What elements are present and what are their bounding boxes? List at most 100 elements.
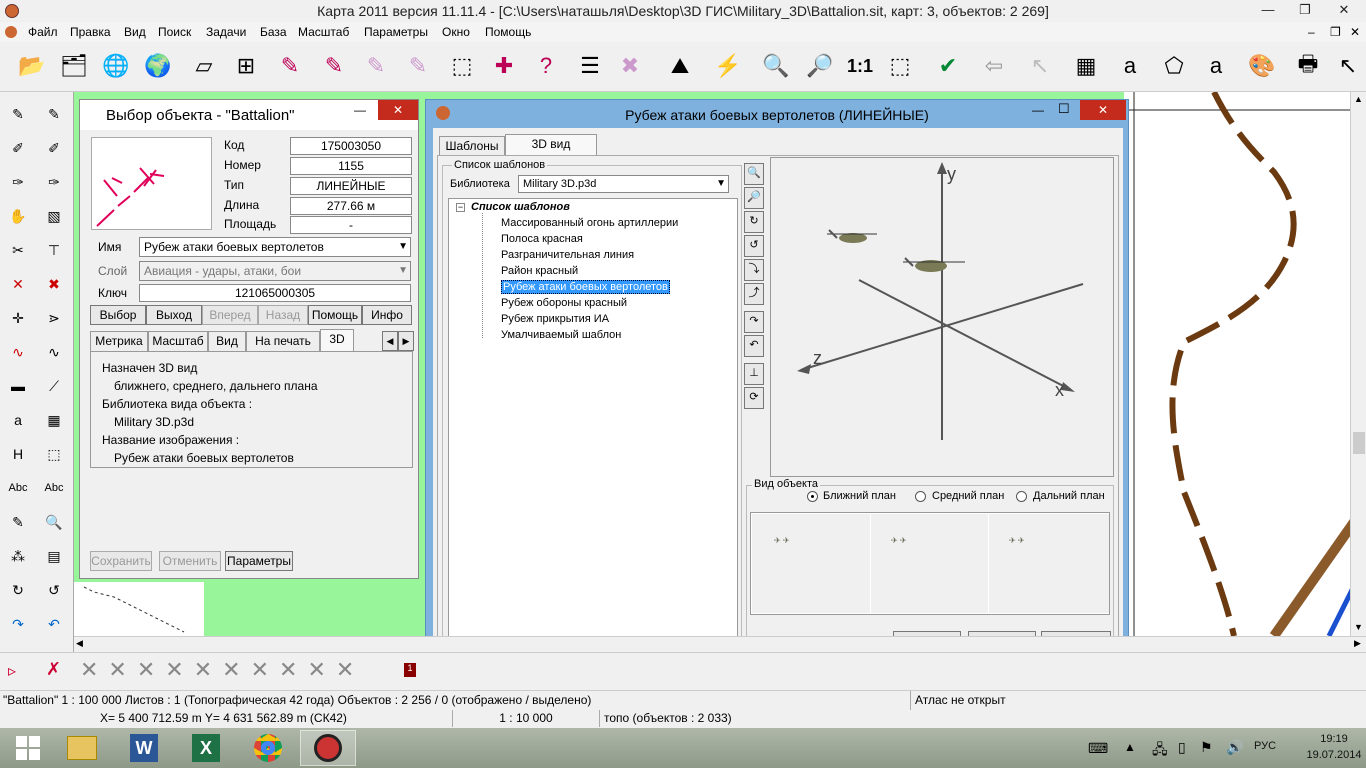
- dialog-maximize-icon[interactable]: ☐: [1058, 101, 1070, 117]
- select-pen-icon[interactable]: ✎: [4, 508, 32, 536]
- preview-far[interactable]: ✈ ✈: [989, 514, 1109, 613]
- tab-scale[interactable]: Масштаб: [148, 331, 208, 351]
- back-button[interactable]: Назад: [258, 305, 308, 325]
- pen-line-icon[interactable]: ✐: [40, 134, 68, 162]
- select-dots-icon[interactable]: ✎: [400, 47, 436, 85]
- pen-edit-icon[interactable]: ✎: [40, 100, 68, 128]
- rotate-x-ccw-icon[interactable]: ↶: [744, 335, 764, 357]
- search-plus-icon[interactable]: 🔍: [40, 508, 68, 536]
- delete-x-icon[interactable]: ✕: [4, 270, 32, 298]
- open-folder-icon[interactable]: 📂: [14, 47, 50, 85]
- pen-check-icon[interactable]: ✑: [4, 168, 32, 196]
- rotate-z-ccw-icon[interactable]: ↺: [744, 235, 764, 257]
- menu-file[interactable]: Файл: [28, 25, 58, 39]
- dialog-minimize-icon[interactable]: —: [1032, 103, 1044, 117]
- radio-near[interactable]: [807, 491, 818, 502]
- frame-select-icon[interactable]: ⬚: [40, 440, 68, 468]
- mdi-restore-icon[interactable]: ❐: [1330, 25, 1341, 39]
- tree-item[interactable]: Массированный огонь артиллерии: [501, 217, 678, 229]
- gis-map-icon[interactable]: [300, 730, 356, 766]
- select-object-icon[interactable]: ✎: [272, 47, 308, 85]
- lightning-icon[interactable]: ⚡: [710, 47, 746, 85]
- tree-item[interactable]: Полоса красная: [501, 233, 583, 245]
- hatch-icon[interactable]: ▧: [40, 202, 68, 230]
- tree-root[interactable]: Список шаблонов: [471, 201, 570, 213]
- menu-scale[interactable]: Масштаб: [298, 25, 349, 39]
- tree-item[interactable]: Разграничительная линия: [501, 249, 634, 261]
- name-select[interactable]: Рубеж атаки боевых вертолетов ▼: [139, 237, 411, 257]
- tray-arrow-icon[interactable]: ▲: [1124, 740, 1136, 754]
- menu-window[interactable]: Окно: [442, 25, 470, 39]
- start-button[interactable]: [0, 730, 56, 766]
- cut-icon[interactable]: ✂: [4, 236, 32, 264]
- select-button[interactable]: Выбор: [90, 305, 146, 325]
- keyboard-icon[interactable]: ⌨: [1088, 740, 1108, 757]
- mdi-minimize-icon[interactable]: –: [1308, 25, 1315, 39]
- radio-middle-label[interactable]: Средний план: [932, 490, 1004, 502]
- 3d-view-icon[interactable]: ⛰: [662, 47, 698, 85]
- marker-icon[interactable]: ▹: [8, 661, 16, 681]
- zoom-in-icon[interactable]: 🔎: [744, 187, 764, 209]
- page-icon[interactable]: ▤: [40, 542, 68, 570]
- pointer-icon[interactable]: ↖: [1022, 47, 1058, 85]
- abc-edit-icon[interactable]: Abc: [40, 474, 68, 502]
- network-icon[interactable]: 🖧: [1152, 739, 1168, 763]
- rotate-y-ccw-icon[interactable]: ⤴: [744, 283, 764, 305]
- axes-icon[interactable]: ⊥: [744, 363, 764, 385]
- print-icon[interactable]: 🖶: [1290, 47, 1326, 85]
- explorer-icon[interactable]: [54, 730, 110, 766]
- volume-icon[interactable]: 🔊: [1226, 739, 1243, 756]
- excel-icon[interactable]: X: [178, 730, 234, 766]
- map-hscrollbar[interactable]: ◀ ▶: [74, 636, 1366, 652]
- lang-indicator[interactable]: РУС: [1254, 740, 1276, 752]
- redo-icon[interactable]: ↷: [4, 610, 32, 638]
- abc-icon[interactable]: Abc: [4, 474, 32, 502]
- scroll-up-icon[interactable]: ▲: [1354, 94, 1363, 104]
- cancel-button[interactable]: Отменить: [159, 551, 221, 571]
- zoom-out-icon[interactable]: 🔍: [744, 163, 764, 185]
- menu-edit[interactable]: Правка: [70, 25, 111, 39]
- query-object-icon[interactable]: ?: [528, 47, 564, 85]
- tree-item[interactable]: Рубеж обороны красный: [501, 297, 627, 309]
- zoom-out-icon[interactable]: 🔍: [758, 47, 794, 85]
- delete-object-icon[interactable]: ✖: [612, 47, 648, 85]
- rotate-x-cw-icon[interactable]: ↷: [744, 311, 764, 333]
- menu-base[interactable]: База: [260, 25, 287, 39]
- tree-item-selected[interactable]: Рубеж атаки боевых вертолетов: [501, 280, 670, 294]
- menu-help[interactable]: Помощь: [485, 25, 531, 39]
- curve-icon[interactable]: ∿: [4, 338, 32, 366]
- close-icon[interactable]: ✕: [1322, 0, 1366, 20]
- menu-view[interactable]: Вид: [124, 25, 146, 39]
- text-pointer-icon[interactable]: a: [1112, 47, 1148, 85]
- map-vscrollbar[interactable]: ▲ ▼: [1350, 92, 1366, 636]
- select-more-icon[interactable]: ✎: [358, 47, 394, 85]
- radio-middle[interactable]: [915, 491, 926, 502]
- list-icon[interactable]: ☰: [572, 47, 608, 85]
- rotate-back-icon[interactable]: ↺: [40, 576, 68, 604]
- split-icon[interactable]: ⊤: [40, 236, 68, 264]
- tree-item[interactable]: Рубеж прикрытия ИА: [501, 313, 609, 325]
- doc-icon[interactable]: [5, 26, 17, 38]
- tab-view[interactable]: Вид: [208, 331, 246, 351]
- tree-item[interactable]: Район красный: [501, 265, 578, 277]
- select-frame-icon[interactable]: ⬚: [444, 47, 480, 85]
- flag-icon[interactable]: ⚑: [1200, 739, 1213, 756]
- tree-icon[interactable]: ⁂: [4, 542, 32, 570]
- select-a-icon[interactable]: a: [4, 406, 32, 434]
- menu-params[interactable]: Параметры: [364, 25, 428, 39]
- scale-1-1-button[interactable]: 1:1: [842, 47, 878, 85]
- move-point-icon[interactable]: ✛: [4, 304, 32, 332]
- mdi-close-icon[interactable]: ✕: [1350, 25, 1360, 39]
- select-text-icon[interactable]: ✎: [316, 47, 352, 85]
- chevron-down-icon[interactable]: ▼: [398, 238, 408, 256]
- menu-tasks[interactable]: Задачи: [206, 25, 246, 39]
- clock-date[interactable]: 19.07.2014: [1304, 749, 1364, 761]
- layer-select[interactable]: Авиация - удары, атаки, бои ▼: [139, 261, 411, 281]
- scroll-thumb[interactable]: [1353, 432, 1365, 454]
- tab-3d-objects[interactable]: 3D вид объектов: [505, 134, 597, 170]
- tab-metric[interactable]: Метрика: [90, 331, 148, 351]
- save-button[interactable]: Сохранить: [90, 551, 152, 571]
- layers-icon[interactable]: ▱: [186, 47, 222, 85]
- check-icon[interactable]: ✔: [930, 47, 966, 85]
- params-button[interactable]: Параметры: [225, 551, 293, 571]
